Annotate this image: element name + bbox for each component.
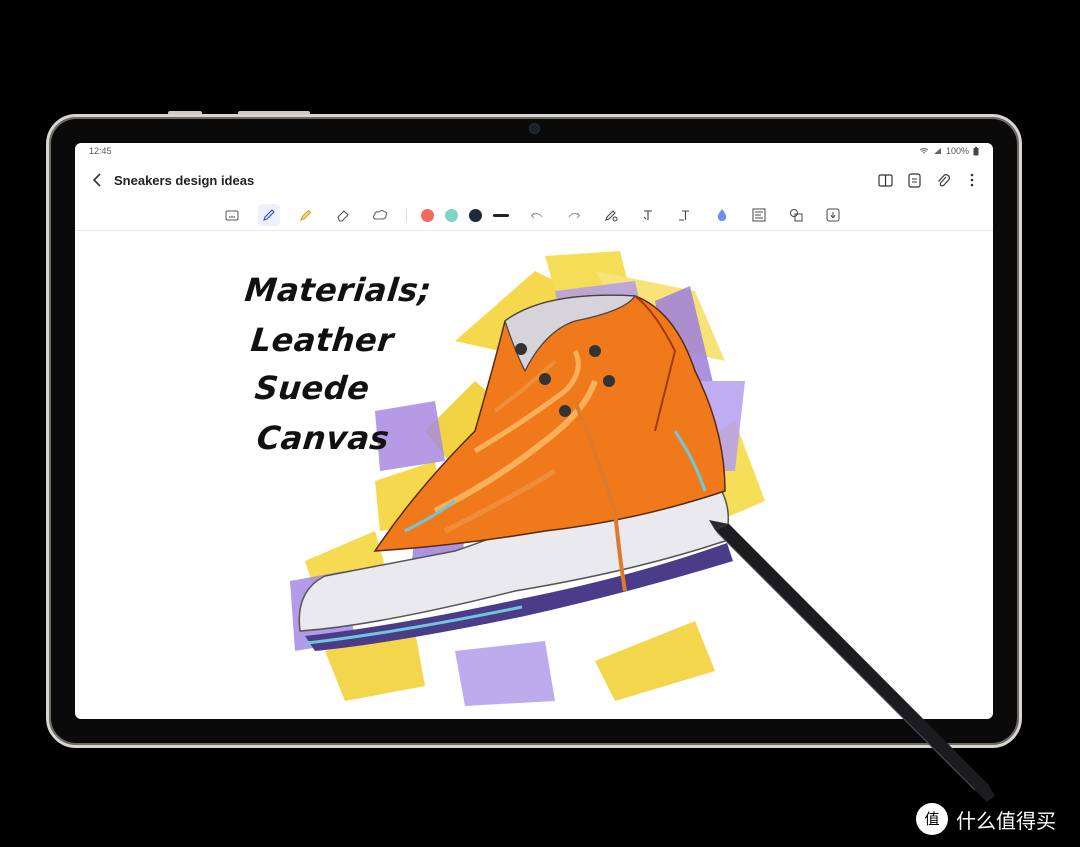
highlighter-icon[interactable]: [295, 204, 317, 226]
s-pen-stylus: [709, 520, 995, 802]
status-bar: 12:45 100%: [75, 143, 993, 159]
drawing-toolbar: [221, 204, 859, 226]
note-header: Sneakers design ideas: [75, 165, 993, 197]
front-camera: [530, 124, 539, 133]
keyboard-icon[interactable]: [221, 204, 243, 226]
eraser-icon[interactable]: [332, 204, 354, 226]
color-swatch-navy[interactable]: [469, 208, 482, 222]
shapes-icon[interactable]: [785, 204, 807, 226]
text-style-icon[interactable]: [674, 204, 696, 226]
text-tool-icon[interactable]: [637, 204, 659, 226]
watermark: 值 什么值得买: [916, 803, 1056, 835]
color-swatch-mint[interactable]: [445, 208, 458, 222]
handwriting-line: Suede: [253, 369, 372, 407]
status-icons: 100%: [919, 146, 979, 156]
status-time: 12:45: [89, 146, 112, 156]
handwriting-line: Leather: [249, 321, 396, 359]
page-template-icon[interactable]: [905, 171, 923, 189]
handwriting-line: Materials;: [243, 271, 434, 309]
pen-settings-icon[interactable]: [600, 204, 622, 226]
watermark-text: 什么值得买: [956, 810, 1056, 833]
lasso-icon[interactable]: [369, 204, 391, 226]
book-view-icon[interactable]: [876, 171, 894, 189]
signal-icon: [933, 148, 941, 154]
battery-icon: [973, 146, 979, 155]
stroke-width-icon[interactable]: [493, 213, 509, 217]
redo-icon[interactable]: [563, 204, 585, 226]
more-icon[interactable]: [963, 171, 981, 189]
audio-icon[interactable]: [822, 204, 844, 226]
color-swatch-coral[interactable]: [421, 208, 434, 222]
wifi-icon: [919, 148, 929, 154]
fill-icon[interactable]: [711, 204, 733, 226]
attach-icon[interactable]: [934, 171, 952, 189]
toolbar-divider: [406, 208, 407, 222]
insert-image-icon[interactable]: [748, 204, 770, 226]
handwriting-line: Canvas: [255, 419, 392, 457]
pen-icon[interactable]: [258, 204, 280, 226]
svg-text:值: 值: [924, 810, 939, 828]
undo-icon[interactable]: [526, 204, 548, 226]
back-arrow-icon[interactable]: [89, 171, 105, 189]
battery-percent: 100%: [945, 146, 969, 156]
watermark-logo-icon: 值: [916, 803, 948, 835]
document-title: Sneakers design ideas: [114, 173, 255, 188]
header-actions: [876, 171, 981, 189]
